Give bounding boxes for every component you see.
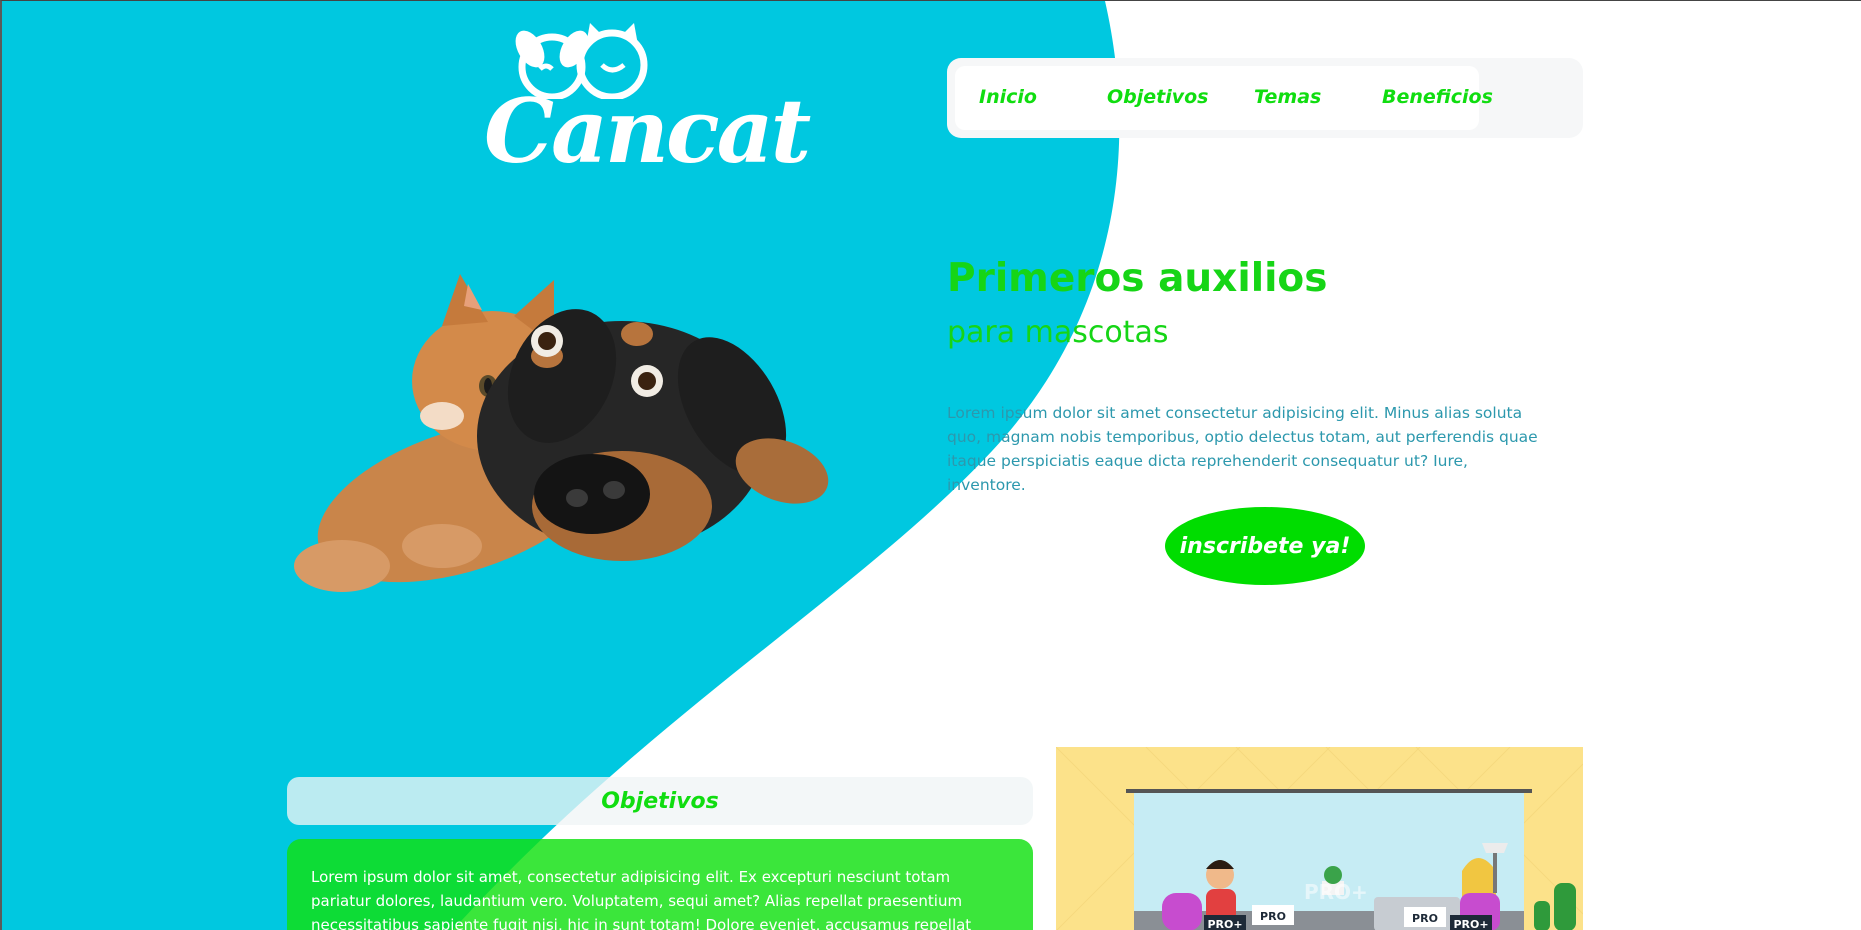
brand-wordmark: Cancat	[484, 79, 811, 183]
nav-pill: Inicio Objetivos Temas Beneficios	[955, 66, 1493, 130]
hero-description: Lorem ipsum dolor sit amet consectetur a…	[947, 404, 1538, 494]
badge-pro-plus-2: PRO+	[1453, 918, 1488, 930]
cancat-logo[interactable]: Cancat	[474, 19, 811, 184]
objetivos-card: Lorem ipsum dolor sit amet, consectetur …	[287, 839, 1033, 930]
inscribete-button[interactable]: inscribete ya!	[1165, 507, 1365, 585]
nav-item-objetivos[interactable]: Objetivos	[1107, 86, 1209, 108]
badge-pro-1: PRO	[1260, 910, 1286, 923]
hero-title: Primeros auxilios	[947, 256, 1328, 301]
watermark-text: PRO+	[1304, 880, 1368, 904]
objetivos-title: Objetivos	[601, 788, 719, 814]
objetivos-heading: Objetivos	[287, 777, 1033, 825]
badge-pro-plus-1: PRO+	[1207, 918, 1242, 930]
cat-and-puppy-image	[294, 274, 829, 592]
nav-item-inicio[interactable]: Inicio	[979, 86, 1037, 108]
badge-pro-2: PRO	[1412, 912, 1438, 925]
nav-item-beneficios[interactable]: Beneficios	[1382, 86, 1493, 108]
online-class-illustration: PRO+ PRO PRO PRO+ PRO+	[1056, 747, 1583, 930]
hero-subtitle: para mascotas	[947, 315, 1169, 350]
landing-page: Cancat Inicio Objetivos Temas Beneficios	[0, 0, 1861, 930]
nav-item-temas[interactable]: Temas	[1254, 86, 1321, 108]
main-navigation: Inicio Objetivos Temas Beneficios	[947, 58, 1583, 138]
objetivos-text: Lorem ipsum dolor sit amet, consectetur …	[311, 868, 972, 930]
